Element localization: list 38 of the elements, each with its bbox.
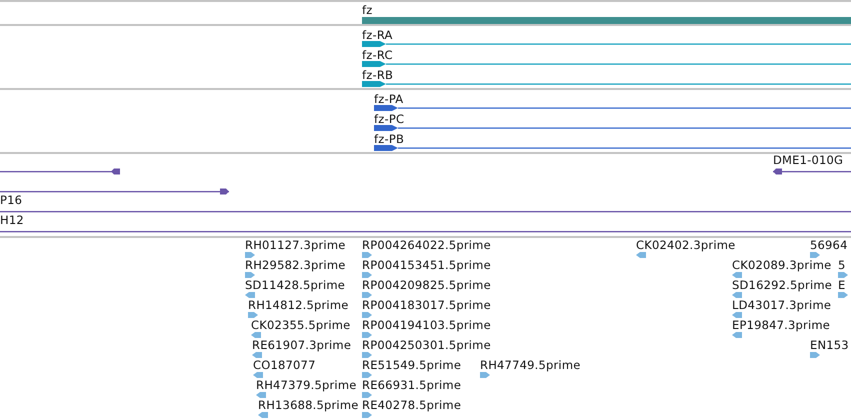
- est-label: RH47749.5prime: [480, 359, 580, 372]
- est-label: RE61907.3prime: [252, 339, 352, 352]
- est-label: RE51549.5prime: [362, 359, 462, 372]
- est-label: CK02089.3prime: [732, 259, 832, 272]
- protein-label: fz-PC: [374, 113, 404, 126]
- est-label: RP004183017.5prime: [362, 299, 491, 312]
- est-label: RP004153451.5prime: [362, 259, 491, 272]
- gene-label: fz: [362, 4, 372, 17]
- est-label: RE40278.5prime: [362, 399, 462, 412]
- est-label: CK02402.3prime: [636, 239, 736, 252]
- est-label: RP004250301.5prime: [362, 339, 491, 352]
- protein-label: fz-PA: [374, 93, 404, 106]
- transcript-label: fz-RC: [362, 49, 393, 62]
- est-label: RH14812.5prime: [248, 299, 348, 312]
- est-label: RP004194103.5prime: [362, 319, 491, 332]
- alignment-label: DME1-010G: [773, 154, 844, 167]
- est-label: CK02355.5prime: [251, 319, 350, 332]
- est-label: RH29582.3prime: [245, 259, 346, 272]
- est-label: 56964: [810, 239, 848, 252]
- alignment-label: H12: [0, 214, 24, 227]
- est-label: EP19847.3prime: [732, 319, 830, 332]
- est-label: RP004264022.5prime: [362, 239, 491, 252]
- est-label: LD43017.3prime: [732, 299, 832, 312]
- transcript-label: fz-RA: [362, 29, 393, 42]
- transcript-label: fz-RB: [362, 69, 394, 82]
- est-label: RH13688.5prime: [258, 399, 358, 412]
- est-label: 5: [838, 259, 846, 272]
- est-label: E: [838, 279, 846, 292]
- est-label: RH47379.5prime: [256, 379, 356, 392]
- est-label: SD16292.5prime: [732, 279, 832, 292]
- protein-label: fz-PB: [374, 133, 404, 146]
- est-label: CO187077: [253, 359, 316, 372]
- est-label: RE66931.5prime: [362, 379, 462, 392]
- est-label: RP004209825.5prime: [362, 279, 491, 292]
- est-label: EN153: [810, 339, 849, 352]
- alignment-label: P16: [0, 194, 22, 207]
- est-label: RH01127.3prime: [245, 239, 346, 252]
- est-label: SD11428.5prime: [245, 279, 346, 292]
